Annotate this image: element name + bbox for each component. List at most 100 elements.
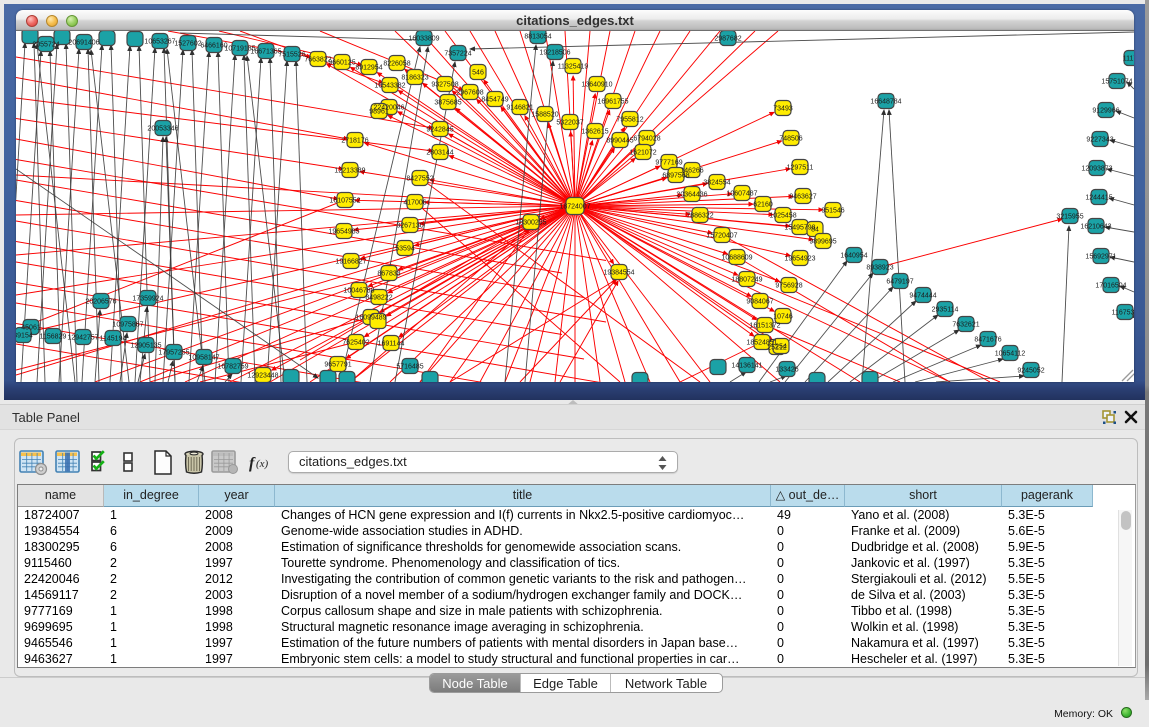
svg-text:16099489: 16099489 — [355, 315, 386, 322]
svg-text:7357224: 7357224 — [444, 51, 471, 58]
svg-text:12942757: 12942757 — [67, 335, 98, 342]
svg-text:18724007: 18724007 — [559, 204, 590, 211]
svg-text:1244415: 1244415 — [1085, 195, 1112, 202]
svg-text:16671365: 16671365 — [250, 49, 281, 56]
svg-text:10607487: 10607487 — [726, 191, 757, 198]
svg-text:f: f — [249, 455, 256, 472]
svg-text:1691144: 1691144 — [378, 341, 405, 348]
svg-text:6794028: 6794028 — [633, 136, 660, 143]
svg-text:16543382: 16543382 — [374, 83, 405, 90]
svg-text:1297511: 1297511 — [787, 165, 814, 172]
svg-text:7515526: 7515526 — [278, 52, 305, 59]
svg-text:2718176: 2718176 — [341, 138, 368, 145]
svg-text:9242845: 9242845 — [426, 127, 453, 134]
svg-text:9245052: 9245052 — [1017, 368, 1044, 375]
svg-text:9146821: 9146821 — [506, 105, 533, 112]
svg-text:8454749: 8454749 — [481, 97, 508, 104]
svg-text:16782759: 16782759 — [217, 364, 248, 371]
svg-text:3875685: 3875685 — [434, 100, 461, 107]
svg-text:8427552: 8427552 — [406, 176, 433, 183]
svg-text:19384554: 19384554 — [603, 270, 634, 277]
svg-text:9474444: 9474444 — [909, 293, 936, 300]
svg-text:73493: 73493 — [773, 106, 793, 113]
svg-text:16648784: 16648784 — [870, 99, 901, 106]
svg-text:9657791: 9657791 — [324, 362, 351, 369]
svg-text:1362615: 1362615 — [581, 129, 608, 136]
svg-text:17957255: 17957255 — [158, 350, 189, 357]
svg-text:546: 546 — [472, 70, 484, 77]
svg-text:8226058: 8226058 — [383, 61, 410, 68]
svg-text:9777169: 9777169 — [655, 160, 682, 167]
svg-text:16210643: 16210643 — [1080, 224, 1111, 231]
svg-text:15720407: 15720407 — [706, 233, 737, 240]
svg-text:10746: 10746 — [773, 314, 793, 321]
svg-text:8186323: 8186323 — [401, 75, 428, 82]
svg-text:16107552: 16107552 — [329, 198, 360, 205]
svg-text:20206576: 20206576 — [85, 299, 116, 306]
svg-text:9227343: 9227343 — [1086, 137, 1113, 144]
svg-text:254: 254 — [775, 344, 787, 351]
svg-text:1025458: 1025458 — [769, 213, 796, 220]
svg-text:20691406: 20691406 — [68, 40, 99, 47]
svg-text:9084067: 9084067 — [746, 299, 773, 306]
svg-text:9899695: 9899695 — [809, 239, 836, 246]
svg-text:98961: 98961 — [369, 109, 389, 116]
svg-text:16151372: 16151372 — [749, 323, 780, 330]
svg-text:13640910: 13640910 — [581, 82, 612, 89]
svg-text:10975867: 10975867 — [112, 322, 143, 329]
svg-text:84: 84 — [811, 227, 819, 234]
svg-text:2803144: 2803144 — [426, 150, 453, 157]
svg-text:1588520: 1588520 — [531, 112, 558, 119]
svg-text:9660125: 9660125 — [328, 60, 355, 67]
svg-text:10958147: 10958147 — [188, 355, 219, 362]
svg-text:45061: 45061 — [21, 325, 41, 332]
svg-text:(x): (x) — [256, 458, 269, 470]
svg-text:133426: 133426 — [775, 367, 798, 374]
svg-text:1640954: 1640954 — [840, 253, 867, 260]
svg-text:11170: 11170 — [1123, 56, 1134, 63]
svg-text:9129966: 9129966 — [1092, 108, 1119, 115]
svg-text:8813054: 8813054 — [524, 34, 551, 41]
svg-text:10688609: 10688609 — [721, 255, 752, 262]
svg-text:8938923: 8938923 — [866, 265, 893, 272]
svg-text:3267130: 3267130 — [396, 223, 423, 230]
svg-text:1145194: 1145194 — [100, 336, 127, 343]
svg-text:9327508: 9327508 — [431, 82, 458, 89]
svg-text:15751074: 15751074 — [1101, 79, 1132, 86]
svg-text:39154: 39154 — [16, 333, 33, 340]
svg-text:10653267: 10653267 — [144, 39, 175, 46]
svg-text:2055724: 2055724 — [32, 42, 59, 49]
svg-text:12093873: 12093873 — [1081, 166, 1112, 173]
svg-text:9756928: 9756928 — [775, 283, 802, 290]
svg-text:1156829: 1156829 — [40, 334, 67, 341]
svg-text:1621072: 1621072 — [629, 150, 656, 157]
svg-text:5322037: 5322037 — [556, 120, 583, 127]
svg-text:15692971: 15692971 — [1085, 254, 1116, 261]
svg-text:1167534: 1167534 — [1112, 310, 1134, 317]
svg-text:7625402: 7625402 — [342, 340, 369, 347]
svg-text:8912954: 8912954 — [355, 65, 382, 72]
svg-text:18300295: 18300295 — [515, 220, 546, 227]
svg-text:19166827: 19166827 — [335, 259, 366, 266]
svg-text:2967608: 2967608 — [456, 90, 483, 97]
svg-text:19218506: 19218506 — [539, 50, 570, 57]
svg-text:20053346: 20053346 — [147, 126, 178, 133]
svg-text:8990445: 8990445 — [606, 138, 633, 145]
svg-text:1527602: 1527602 — [174, 41, 201, 48]
svg-text:7632621: 7632621 — [952, 322, 979, 329]
svg-text:14136141: 14136141 — [731, 363, 762, 370]
svg-text:7886322: 7886322 — [686, 213, 713, 220]
svg-text:867833: 867833 — [377, 271, 400, 278]
svg-text:2987682: 2987682 — [714, 36, 741, 43]
svg-text:6479197: 6479197 — [886, 279, 913, 286]
svg-text:5716485: 5716485 — [396, 364, 423, 371]
svg-text:3215955: 3215955 — [1056, 214, 1083, 221]
svg-text:11325419: 11325419 — [558, 64, 589, 71]
svg-text:8498222: 8498222 — [365, 295, 392, 302]
svg-text:10046788: 10046788 — [343, 288, 374, 295]
svg-text:62160: 62160 — [753, 202, 773, 209]
svg-text:748506: 748506 — [779, 136, 802, 143]
svg-text:20364436: 20364436 — [676, 192, 707, 199]
svg-text:12923448: 12923448 — [247, 373, 278, 380]
svg-text:12905135: 12905135 — [130, 343, 161, 350]
